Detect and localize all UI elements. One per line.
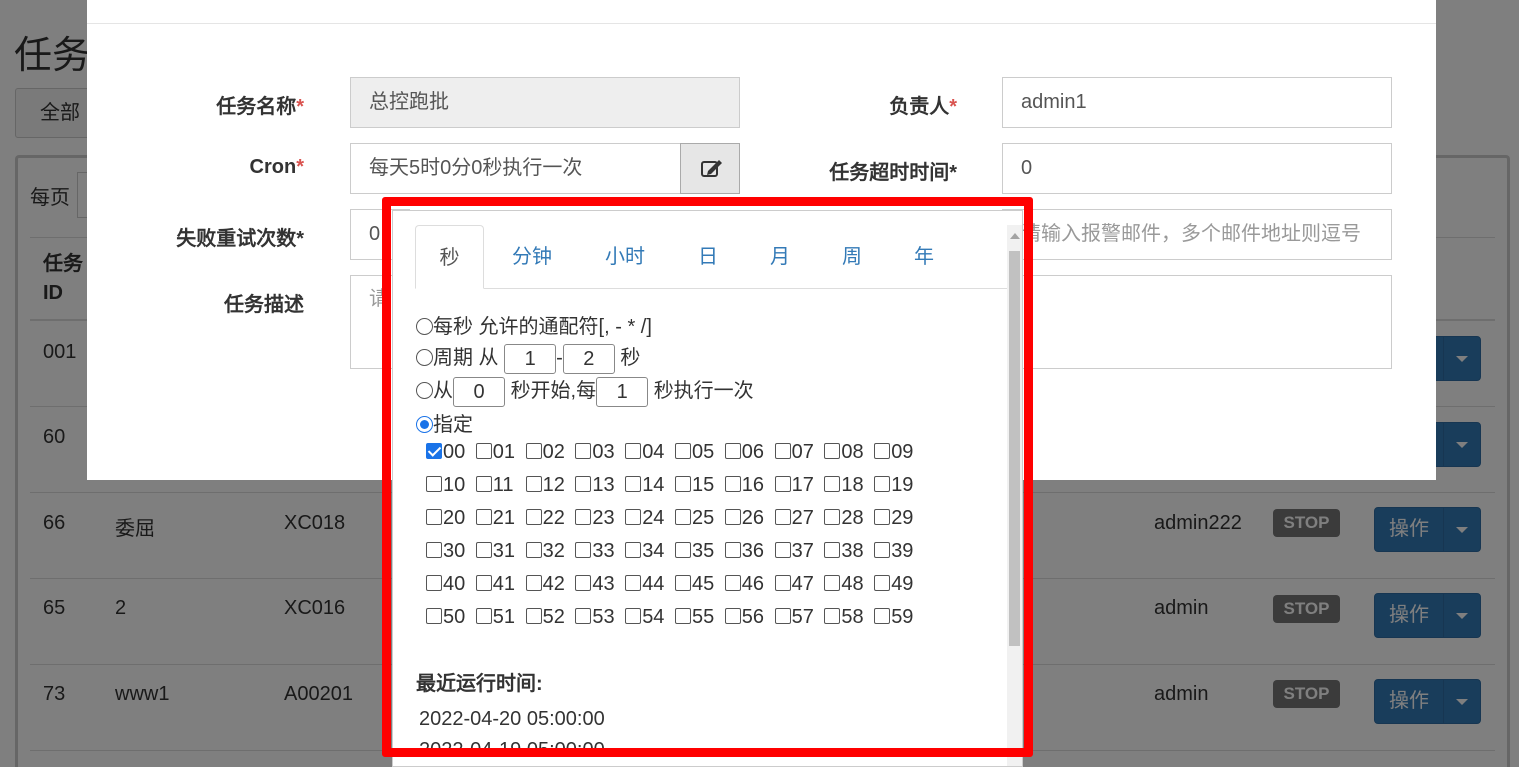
cron-edit-button[interactable] (680, 143, 740, 194)
edit-icon (701, 160, 722, 177)
task-name-label: 任务名称* (216, 96, 304, 118)
timeout-input[interactable]: 0 (1002, 143, 1392, 194)
owner-label: 负责人* (889, 96, 957, 118)
highlight-annotation-box (382, 197, 1033, 757)
cron-input[interactable]: 每天5时0分0秒执行一次 (350, 143, 681, 194)
modal-header (87, 0, 1436, 24)
retry-label: 失败重试次数* (176, 228, 304, 250)
cron-label: Cron* (249, 156, 304, 178)
description-label: 任务描述 (224, 294, 304, 316)
timeout-label: 任务超时时间* (829, 162, 957, 184)
alert-email-input[interactable]: 请输入报警邮件，多个邮件地址则逗号 (1002, 209, 1392, 260)
task-name-input[interactable]: 总控跑批 (350, 77, 740, 128)
owner-input[interactable]: admin1 (1002, 77, 1392, 128)
